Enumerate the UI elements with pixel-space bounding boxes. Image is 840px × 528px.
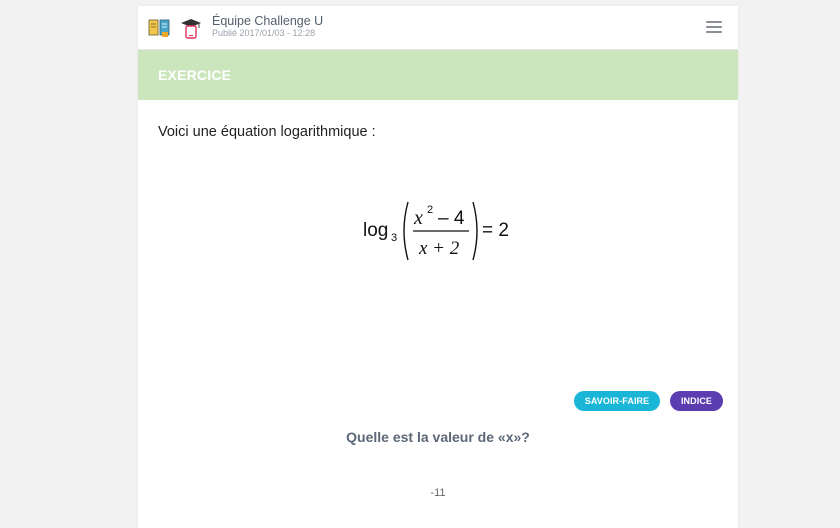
publish-date: Publié 2017/01/03 - 12:28 xyxy=(212,28,316,38)
exercise-card: Équipe Challenge U Publié 2017/01/03 - 1… xyxy=(138,6,738,528)
log-equation-formula: log 3 x 2 – 4 x + 2 = 2 xyxy=(363,201,509,261)
question-text: Quelle est la valeur de «x»? xyxy=(346,429,530,445)
formula-numerator-var: x xyxy=(413,207,423,229)
banner-label: EXERCICE xyxy=(158,67,232,83)
formula-numerator-rest: – 4 xyxy=(438,208,465,229)
savoir-faire-button[interactable]: SAVOIR-FAIRE xyxy=(574,391,660,411)
formula-base: 3 xyxy=(391,232,397,244)
formula-log: log xyxy=(363,220,388,241)
author-title: Équipe Challenge U xyxy=(212,14,324,28)
graduation-cap-phone-icon xyxy=(181,19,201,39)
formula-denominator: x + 2 xyxy=(418,238,460,259)
formula-rhs: = 2 xyxy=(482,220,509,241)
book-icon xyxy=(148,19,170,37)
card-header: Équipe Challenge U Publié 2017/01/03 - 1… xyxy=(138,6,738,50)
exercise-intro: Voici une équation logarithmique : xyxy=(158,124,376,140)
exercise-banner: EXERCICE xyxy=(138,50,738,100)
indice-button[interactable]: INDICE xyxy=(670,391,723,411)
hamburger-menu-icon[interactable] xyxy=(706,21,722,35)
formula-numerator-exp: 2 xyxy=(427,204,433,216)
answer-value: -11 xyxy=(430,487,446,499)
